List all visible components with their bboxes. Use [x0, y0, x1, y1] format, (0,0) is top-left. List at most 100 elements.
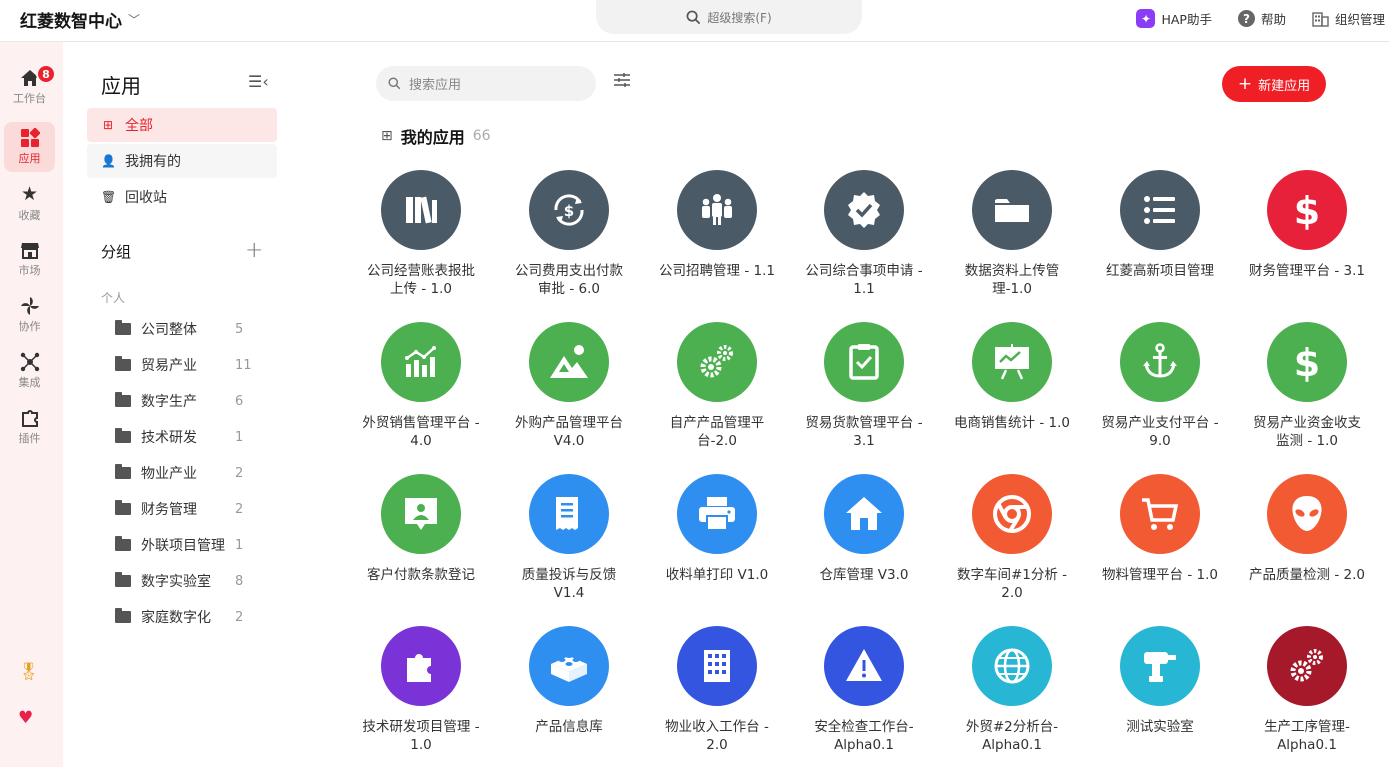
app-icon-circle[interactable] [824, 626, 904, 706]
rail-item-collaboration[interactable]: 协作 [4, 290, 55, 340]
group-item[interactable]: 数字生产 6 [115, 386, 255, 416]
app-tile[interactable]: 物料管理平台 - 1.0 [1095, 474, 1225, 584]
app-icon-circle[interactable] [1267, 474, 1347, 554]
app-tile[interactable]: 产品质量检测 - 2.0 [1242, 474, 1372, 584]
app-icon-circle[interactable] [824, 170, 904, 250]
app-icon-circle[interactable] [529, 626, 609, 706]
app-icon-circle[interactable] [824, 322, 904, 402]
new-app-button[interactable]: + 新建应用 [1222, 66, 1326, 102]
group-item[interactable]: 数字实验室 8 [115, 566, 255, 596]
filter-icon[interactable] [613, 72, 631, 92]
app-tile[interactable]: 电商销售统计 - 1.0 [947, 322, 1077, 432]
app-tile[interactable]: 物业收入工作台 - 2.0 [652, 626, 782, 754]
group-item[interactable]: 公司整体 5 [115, 314, 255, 344]
sidebar-item-owned[interactable]: 👤 我拥有的 [87, 144, 277, 178]
app-name: 外购产品管理平台 V4.0 [515, 415, 623, 449]
app-icon-circle[interactable] [529, 322, 609, 402]
org-manage-button[interactable]: 组织管理 [1312, 9, 1385, 28]
help-button[interactable]: ? 帮助 [1237, 9, 1286, 28]
app-tile[interactable]: 生产工序管理-Alpha0.1 [1242, 626, 1372, 754]
group-item[interactable]: 技术研发 1 [115, 422, 255, 452]
app-icon-circle[interactable] [381, 170, 461, 250]
sidebar-item-trash[interactable]: 🗑 回收站 [87, 180, 277, 214]
app-icon-circle[interactable] [381, 322, 461, 402]
app-tile[interactable]: 贸易货款管理平台 - 3.1 [799, 322, 929, 450]
app-icon-circle[interactable] [677, 170, 757, 250]
app-tile[interactable]: 测试实验室 [1095, 626, 1225, 736]
app-icon-circle[interactable] [972, 170, 1052, 250]
heart-icon[interactable]: ♥ [18, 708, 33, 728]
app-tile[interactable]: 收料单打印 V1.0 [652, 474, 782, 584]
app-icon-circle[interactable] [972, 322, 1052, 402]
app-tile[interactable]: 外购产品管理平台 V4.0 [504, 322, 634, 450]
sidebar-title: 应用 [101, 74, 141, 98]
app-icon-circle[interactable] [529, 474, 609, 554]
app-icon-circle[interactable] [1120, 474, 1200, 554]
sidebar-item-all[interactable]: ⊞ 全部 [87, 108, 277, 142]
app-name: 物料管理平台 - 1.0 [1102, 567, 1218, 583]
app-tile[interactable]: 客户付款条款登记 [356, 474, 486, 584]
rail-item-plugins[interactable]: 插件 [4, 402, 55, 452]
anchor-icon [1143, 343, 1177, 378]
group-item[interactable]: 物业产业 2 [115, 458, 255, 488]
app-name: 生产工序管理-Alpha0.1 [1264, 719, 1350, 753]
rail-item-workbench[interactable]: 工作台 8 [4, 62, 56, 112]
app-search-input[interactable]: 搜索应用 [376, 66, 596, 101]
hap-assistant-button[interactable]: ✦ HAP助手 [1136, 9, 1212, 28]
app-icon-circle[interactable] [677, 474, 757, 554]
collapse-sidebar-icon[interactable]: ☰‹ [248, 72, 269, 91]
clipboard-check-icon [849, 344, 879, 380]
app-icon-circle[interactable]: $ [1267, 170, 1347, 250]
group-item[interactable]: 财务管理 2 [115, 494, 255, 524]
app-icon-circle[interactable]: $ [529, 170, 609, 250]
app-tile[interactable]: 公司综合事项申请 - 1.1 [799, 170, 929, 298]
group-item[interactable]: 家庭数字化 2 [115, 602, 255, 632]
lego-brick-icon [551, 654, 587, 682]
org-switcher[interactable]: 红菱数智中心 ﹀ [20, 7, 140, 32]
app-name: 贸易产业资金收支监测 - 1.0 [1253, 415, 1361, 449]
rail-item-integration[interactable]: 集成 [4, 346, 55, 396]
app-tile[interactable]: 自产产品管理平台-2.0 [652, 322, 782, 450]
app-icon-circle[interactable] [972, 626, 1052, 706]
medal-icon[interactable]: 🎖 [18, 662, 40, 682]
app-tile[interactable]: $ 公司费用支出付款审批 - 6.0 [504, 170, 634, 298]
app-icon-circle[interactable] [1120, 170, 1200, 250]
app-tile[interactable]: $ 贸易产业资金收支监测 - 1.0 [1242, 322, 1372, 450]
app-tile[interactable]: 外贸销售管理平台 - 4.0 [356, 322, 486, 450]
app-icon-circle[interactable] [381, 626, 461, 706]
rail-item-market[interactable]: 市场 [4, 234, 55, 284]
app-tile[interactable]: 质量投诉与反馈 V1.4 [504, 474, 634, 602]
folder-icon [115, 536, 131, 551]
app-icon-circle[interactable] [824, 474, 904, 554]
app-tile[interactable]: $ 财务管理平台 - 3.1 [1242, 170, 1372, 280]
app-tile[interactable]: 安全检查工作台- Alpha0.1 [799, 626, 929, 754]
app-icon-circle[interactable] [972, 474, 1052, 554]
app-tile[interactable]: 数字车间#1分析 - 2.0 [947, 474, 1077, 602]
app-tile[interactable]: 仓库管理 V3.0 [799, 474, 929, 584]
app-icon-circle[interactable] [677, 322, 757, 402]
app-tile[interactable]: 外贸#2分析台-Alpha0.1 [947, 626, 1077, 754]
add-group-icon[interactable]: + [245, 238, 263, 263]
app-tile[interactable]: 红菱高新项目管理 [1095, 170, 1225, 280]
super-search[interactable]: 超级搜索(F) [596, 0, 862, 34]
bar-chart-icon [405, 346, 436, 377]
group-item[interactable]: 贸易产业 11 [115, 350, 255, 380]
app-tile[interactable]: 公司经营账表报批上传 - 1.0 [356, 170, 486, 298]
app-tile[interactable]: 技术研发项目管理 - 1.0 [356, 626, 486, 754]
rail-item-apps[interactable]: 应用 [4, 122, 55, 172]
app-tile[interactable]: 数据资料上传管理-1.0 [947, 170, 1077, 298]
app-icon-circle[interactable] [1120, 626, 1200, 706]
folder-icon [115, 500, 131, 515]
app-icon-circle[interactable]: $ [1267, 322, 1347, 402]
rail-item-favorites[interactable]: ★ 收藏 [4, 178, 55, 228]
app-icon-circle[interactable] [1120, 322, 1200, 402]
app-icon-circle[interactable] [1267, 626, 1347, 706]
app-tile[interactable]: 产品信息库 [504, 626, 634, 736]
app-icon-circle[interactable] [677, 626, 757, 706]
app-icon-circle[interactable] [381, 474, 461, 554]
app-tile[interactable]: 公司招聘管理 - 1.1 [652, 170, 782, 280]
sidebar-item-label: 我拥有的 [125, 154, 181, 170]
app-tile[interactable]: 贸易产业支付平台 - 9.0 [1095, 322, 1225, 450]
group-item[interactable]: 外联项目管理 1 [115, 530, 255, 560]
chrome-icon [993, 495, 1031, 533]
